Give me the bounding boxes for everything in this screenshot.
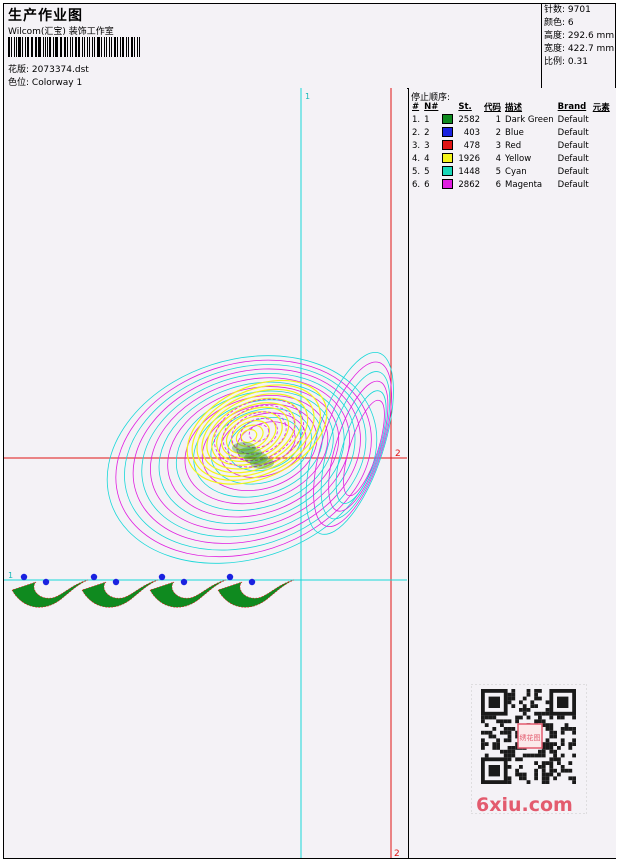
svg-text:绣花图: 绣花图 <box>520 733 541 742</box>
table-row: 1. 1 2582 1 Dark Green Default <box>412 114 589 125</box>
col-description: 描述 <box>505 103 523 113</box>
stop-sequence-panel: 停止顺序: # N# St. 代码 描述 Brand 元素 1. 1 2582 1 Da… <box>408 88 616 195</box>
stop-sequence-table: # N# St. 代码 描述 Brand 元素 1. 1 2582 1 Dark Gre… <box>410 101 612 191</box>
swirl-green-accent <box>250 457 274 469</box>
embroidery-drawing: 1 2 1 2 <box>4 88 407 858</box>
swirl-motif <box>106 352 394 564</box>
wave-border-motif <box>11 573 295 608</box>
color-swatch <box>442 166 454 177</box>
design-file-row: 花版: 2073374.dst <box>8 65 89 75</box>
stat-stitches: 针数: 9701 <box>544 5 591 15</box>
col-brand: Brand <box>557 102 587 112</box>
table-row: 4. 4 1926 4 Yellow Default <box>412 153 589 164</box>
wave-leaf <box>217 579 295 608</box>
stat-height: 高度: 292.6 mm <box>544 31 615 41</box>
wave-dot <box>42 578 50 586</box>
colorway-name: Colorway 1 <box>31 78 83 88</box>
col-element: 元素 <box>592 103 610 113</box>
wave-dot <box>180 578 188 586</box>
color-swatch <box>442 127 454 138</box>
table-header-row: # N# St. 代码 描述 Brand 元素 <box>410 101 612 113</box>
stat-colors: 颜色: 6 <box>544 18 574 28</box>
wave-leaf <box>11 579 89 608</box>
wave-dot <box>90 573 98 581</box>
table-row: 6. 6 2862 6 Magenta Default <box>412 179 589 190</box>
color-swatch <box>442 153 454 164</box>
design-preview: 1 2 1 2 <box>4 88 407 858</box>
design-stats-panel: 针数: 9701 颜色: 6 高度: 292.6 mm 宽度: 422.7 mm… <box>541 4 615 88</box>
production-sheet: 生产作业图 Wilcom(汇宝) 装饰工作室 花版: 2073374.dst 色… <box>3 3 616 859</box>
design-file-name: 2073374.dst <box>31 65 89 75</box>
colorway-row: 色位: Colorway 1 <box>8 78 83 88</box>
col-code: 代码 <box>484 103 502 113</box>
wave-dot <box>20 573 28 581</box>
page-title: 生产作业图 <box>8 8 83 24</box>
wave-leaf <box>149 579 227 608</box>
wave-dot <box>158 573 166 581</box>
stat-scale: 比例: 0.31 <box>544 57 588 67</box>
color-swatch <box>442 140 454 151</box>
table-row: 2. 2 403 2 Blue Default <box>412 127 589 138</box>
guide-label-left: 1 <box>8 571 13 580</box>
watermark-logo: 6xiu.com <box>476 794 573 816</box>
color-swatch <box>442 179 454 190</box>
wave-dot <box>112 578 120 586</box>
barcode-graphic <box>8 37 142 57</box>
stat-width: 宽度: 422.7 mm <box>544 44 615 54</box>
wave-dot <box>248 578 256 586</box>
color-swatch <box>442 114 454 125</box>
sheet-header: 生产作业图 Wilcom(汇宝) 装饰工作室 花版: 2073374.dst 色… <box>4 4 615 89</box>
col-needle: N# <box>424 102 439 112</box>
table-row: 5. 5 1448 5 Cyan Default <box>412 166 589 177</box>
wave-leaf <box>81 579 159 608</box>
col-stitches: St. <box>458 102 472 112</box>
guide-label-right: 2 <box>395 449 401 459</box>
col-index: # <box>412 102 420 112</box>
guide-label-bottom: 2 <box>394 849 400 858</box>
wave-dot <box>226 573 234 581</box>
guide-label-top: 1 <box>305 92 310 101</box>
company-name: Wilcom(汇宝) 装饰工作室 <box>8 27 114 37</box>
table-row: 3. 3 478 3 Red Default <box>412 140 589 151</box>
